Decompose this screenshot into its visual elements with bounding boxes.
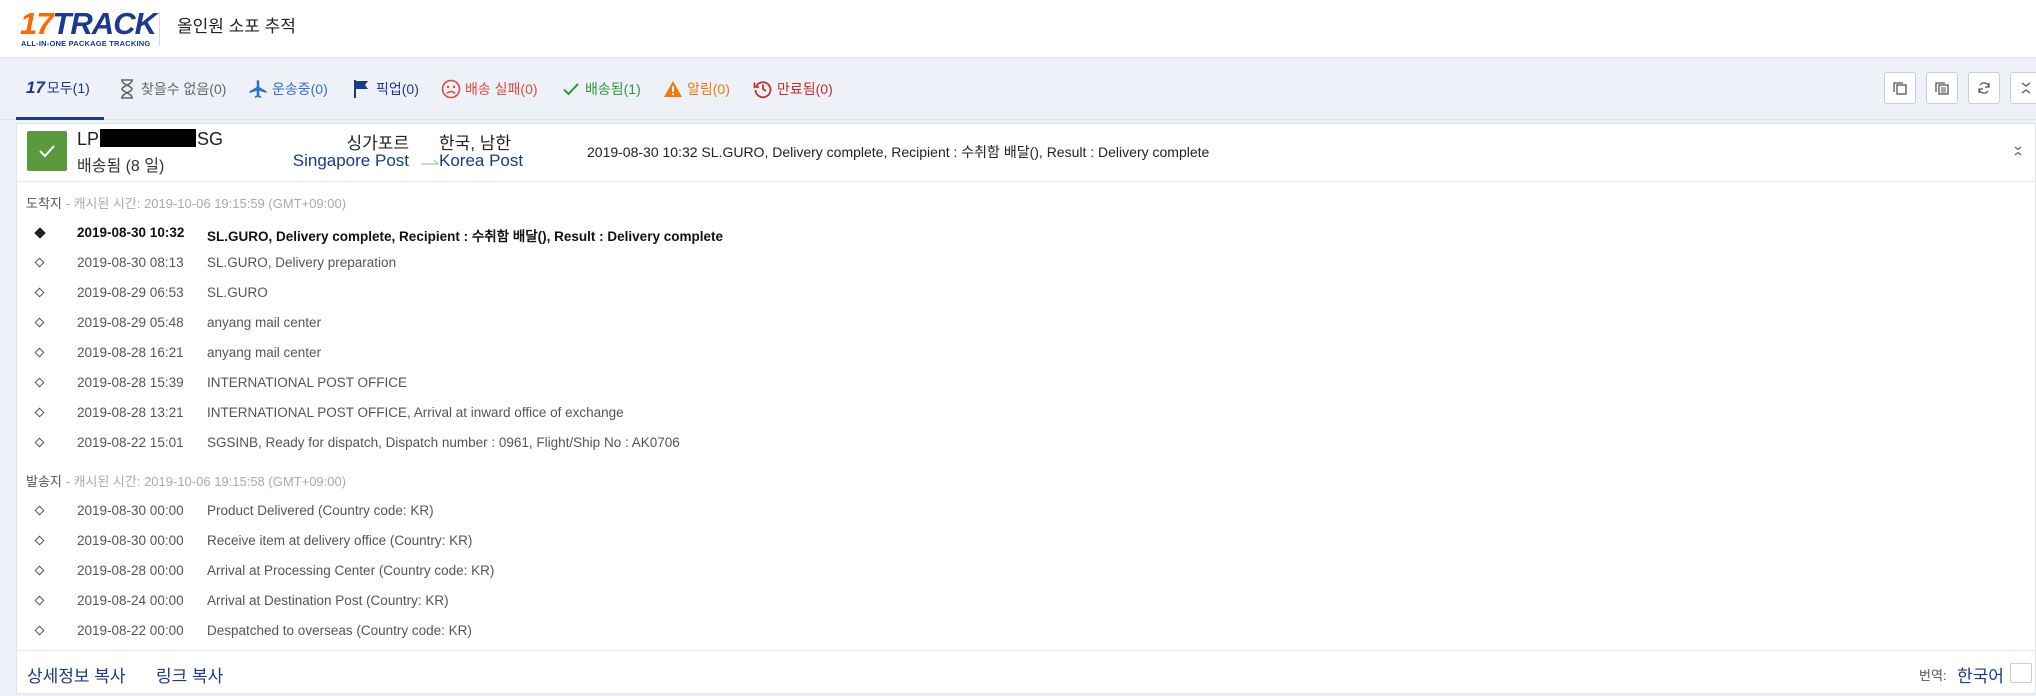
header-divider	[159, 12, 160, 46]
timeline-event: 2019-08-28 00:00 Arrival at Processing C…	[17, 563, 1017, 585]
tab-label: 운송중(0)	[272, 81, 328, 97]
timeline-event: 2019-08-28 15:39 INTERNATIONAL POST OFFI…	[17, 375, 1017, 397]
timeline-dot-icon	[34, 535, 45, 546]
shipment-card: LP SG 배송됨 (8 일) 싱가포르 Singapore Post 한국, 남…	[16, 123, 2036, 694]
translate-label: 번역:	[1919, 668, 1947, 683]
timeline-dot-icon	[34, 625, 45, 636]
origin-section-label: 발송지 - 캐시된 시간: 2019-10-06 19:15:58 (GMT+0…	[26, 474, 347, 489]
warning-icon	[662, 78, 684, 100]
tab-label: 모두(1)	[46, 79, 90, 96]
copy-icon	[1893, 82, 1907, 95]
copy-all-icon	[1935, 82, 1949, 95]
destination-section-label: 도착지 - 캐시된 시간: 2019-10-06 19:15:59 (GMT+0…	[26, 196, 347, 211]
copy-button[interactable]	[1884, 72, 1916, 104]
tab-label: 배송 실패(0)	[465, 81, 538, 97]
timeline-event: 2019-08-28 13:21 INTERNATIONAL POST OFFI…	[17, 405, 1017, 427]
timeline-event: 2019-08-22 00:00 Despatched to overseas …	[17, 623, 1017, 645]
timeline-dot-icon	[34, 565, 45, 576]
timeline-dot-icon	[34, 505, 45, 516]
17track-logo[interactable]: 17TRACK ALL-IN-ONE PACKAGE TRACKING	[20, 8, 157, 49]
timeline-event: 2019-08-30 08:13 SL.GURO, Delivery prepa…	[17, 255, 1017, 277]
checkmark-icon	[560, 78, 582, 100]
tab-label: 찾을수 없음(0)	[141, 81, 227, 97]
translate-checkbox[interactable]	[2010, 663, 2032, 683]
timeline-dot-icon	[34, 287, 45, 298]
page-title: 올인원 소포 추적	[177, 17, 296, 36]
tab-all[interactable]: 17 모두(1)	[16, 58, 104, 120]
status-tabs: 17 모두(1) 찾을수 없음(0) 운송중(0) 픽업(0) 배송 실패(0)…	[0, 58, 2036, 120]
timeline-dot-icon	[34, 595, 45, 606]
collapse-all-button[interactable]	[2010, 72, 2036, 104]
copy-all-button[interactable]	[1926, 72, 1958, 104]
hourglass-icon	[116, 78, 138, 100]
collapse-icon	[2021, 82, 2031, 94]
tracking-number: LP SG	[77, 129, 224, 149]
timeline-dot-icon	[34, 347, 45, 358]
logo-tagline: ALL-IN-ONE PACKAGE TRACKING	[21, 39, 151, 48]
tab-in-transit[interactable]: 운송중(0)	[247, 58, 328, 120]
destination-carrier-link[interactable]: Korea Post	[439, 151, 523, 171]
timeline-event: 2019-08-28 16:21 anyang mail center	[17, 345, 1017, 367]
sad-face-icon	[440, 78, 462, 100]
tab-label: 픽업(0)	[376, 81, 419, 97]
tab-not-found[interactable]: 찾을수 없음(0)	[116, 58, 226, 120]
timeline-dot-icon	[34, 377, 45, 388]
tab-expired[interactable]: 만료됨(0)	[752, 58, 833, 120]
timeline-event: 2019-08-30 10:32 SL.GURO, Delivery compl…	[17, 225, 1017, 247]
latest-event-summary: 2019-08-30 10:32 SL.GURO, Delivery compl…	[587, 144, 1210, 160]
origin-carrier-link[interactable]: Singapore Post	[267, 151, 409, 171]
refresh-button[interactable]	[1968, 72, 2000, 104]
history-icon	[752, 78, 774, 100]
route-arrow-icon	[421, 154, 440, 172]
tab-label: 알림(0)	[687, 81, 730, 97]
timeline-event: 2019-08-24 00:00 Arrival at Destination …	[17, 593, 1017, 615]
timeline-event: 2019-08-30 00:00 Receive item at deliver…	[17, 533, 1017, 555]
timeline-event: 2019-08-30 00:00 Product Delivered (Coun…	[17, 503, 1017, 525]
flag-icon	[351, 78, 373, 100]
delivered-status-badge	[27, 131, 67, 171]
timeline-event: 2019-08-29 06:53 SL.GURO	[17, 285, 1017, 307]
delivery-status-text: 배송됨 (8 일)	[77, 158, 165, 175]
timeline-event: 2019-08-29 05:48 anyang mail center	[17, 315, 1017, 337]
collapse-icon[interactable]	[2013, 144, 2023, 162]
copy-details-link[interactable]: 상세정보 복사	[27, 662, 126, 687]
timeline-dot-icon	[34, 407, 45, 418]
tab-delivery-failed[interactable]: 배송 실패(0)	[440, 58, 538, 120]
timeline-event: 2019-08-22 15:01 SGSINB, Ready for dispa…	[17, 435, 1017, 457]
17track-icon: 17	[26, 77, 45, 97]
redacted-block	[100, 129, 197, 147]
app-header: 17TRACK ALL-IN-ONE PACKAGE TRACKING 올인원 …	[0, 0, 2036, 58]
tab-label: 배송됨(1)	[585, 81, 641, 97]
tab-delivered[interactable]: 배송됨(1)	[560, 58, 641, 120]
card-footer: 상세정보 복사 링크 복사 번역: 한국어	[17, 650, 2036, 695]
tab-alert[interactable]: 알림(0)	[662, 58, 730, 120]
tab-label: 만료됨(0)	[777, 81, 833, 97]
tab-pickup[interactable]: 픽업(0)	[351, 58, 419, 120]
copy-link-link[interactable]: 링크 복사	[156, 662, 223, 687]
timeline-dot-icon	[34, 257, 45, 268]
timeline-dot-icon	[34, 227, 46, 239]
refresh-icon	[1978, 82, 1990, 94]
translate-language-select[interactable]: 한국어	[1957, 662, 2004, 687]
checkmark-icon	[39, 145, 55, 158]
airplane-icon	[247, 78, 269, 100]
timeline-dot-icon	[34, 317, 45, 328]
timeline-dot-icon	[34, 437, 45, 448]
shipment-summary[interactable]: LP SG 배송됨 (8 일) 싱가포르 Singapore Post 한국, 남…	[17, 124, 2036, 182]
